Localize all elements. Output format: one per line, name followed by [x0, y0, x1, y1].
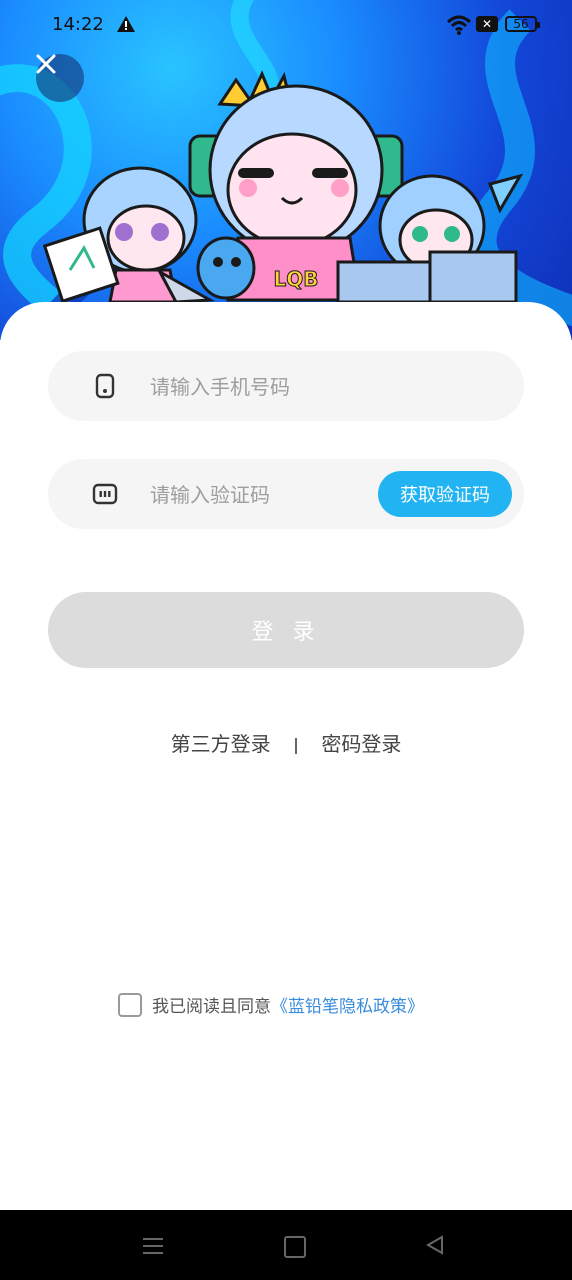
sim-off-icon: ✕ [476, 16, 498, 32]
message-code-icon [92, 483, 118, 505]
home-icon[interactable] [284, 1236, 306, 1258]
system-nav-bar [0, 1210, 572, 1280]
alt-login-links: 第三方登录 密码登录 [0, 728, 572, 757]
agreement-checkbox[interactable] [118, 992, 142, 1017]
get-code-button[interactable]: 获取验证码 [378, 471, 512, 517]
status-time: 14:22 [52, 14, 104, 35]
login-button[interactable]: 登 录 [48, 592, 524, 668]
hero-banner: LQB 14:22 ✕ 56 [0, 0, 572, 340]
code-input[interactable] [148, 459, 401, 531]
battery-indicator: 56 [505, 16, 540, 32]
phone-input[interactable] [148, 351, 401, 423]
agreement-row: 我已阅读且同意 《蓝铅笔隐私政策》 [118, 992, 424, 1017]
warning-icon [117, 16, 135, 32]
divider [295, 737, 297, 754]
mascot-badge-text: LQB [274, 267, 319, 291]
close-icon [36, 54, 56, 74]
third-party-login-link[interactable]: 第三方登录 [171, 732, 271, 756]
privacy-policy-link[interactable]: 《蓝铅笔隐私政策》 [271, 992, 424, 1017]
close-button[interactable] [36, 54, 84, 102]
phone-field [48, 351, 524, 423]
wifi-icon [446, 15, 472, 35]
password-login-link[interactable]: 密码登录 [321, 732, 401, 756]
back-icon[interactable] [424, 1234, 446, 1256]
agreement-text: 我已阅读且同意 [152, 997, 271, 1017]
code-field: 获取验证码 [48, 459, 524, 531]
menu-icon[interactable] [142, 1236, 164, 1256]
status-bar: 14:22 ✕ 56 [0, 0, 572, 52]
phone-icon [95, 373, 115, 399]
